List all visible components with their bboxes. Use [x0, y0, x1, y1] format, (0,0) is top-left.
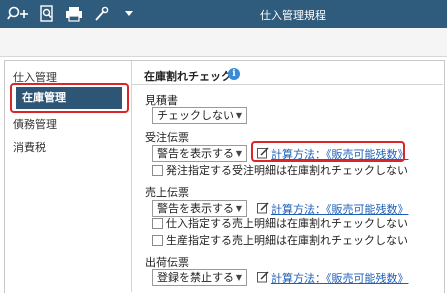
order-slip-checkbox[interactable]	[152, 165, 163, 176]
ribbon-area	[0, 28, 447, 57]
shipping-slip-select[interactable]: 登録を禁止する ▼	[152, 269, 247, 286]
order-slip-checkbox-label: 発注指定する受注明細は在庫割れチェックしない	[166, 164, 408, 177]
info-icon[interactable]: i	[228, 68, 240, 80]
section-title: 在庫割れチェック	[144, 70, 232, 83]
quotation-select[interactable]: チェックしない ▼	[152, 107, 247, 124]
chevron-down-icon: ▼	[235, 149, 242, 158]
search-add-icon[interactable]	[6, 5, 32, 23]
title-bar: 仕入管理規程	[0, 0, 447, 28]
settings-icon[interactable]	[92, 5, 110, 23]
chevron-down-icon: ▼	[235, 273, 242, 282]
sales-slip-production-checkbox[interactable]	[152, 235, 163, 246]
order-slip-select-value: 警告を表示する	[157, 147, 234, 160]
sales-slip-production-checkbox-label: 生産指定する売上明細は在庫割れチェックしない	[166, 234, 408, 247]
shipping-slip-label: 出荷伝票	[145, 256, 189, 269]
sales-slip-label: 売上伝票	[145, 186, 189, 199]
print-icon[interactable]	[64, 5, 84, 23]
search-document-icon[interactable]	[38, 5, 56, 23]
chevron-down-icon: ▼	[235, 204, 242, 213]
sales-slip-purchase-checkbox-label: 仕入指定する売上明細は在庫割れチェックしない	[166, 217, 408, 230]
chevron-down-icon: ▼	[235, 111, 242, 120]
section-header: 在庫割れチェック i	[132, 66, 443, 85]
edit-icon	[257, 202, 269, 214]
sidebar-highlight	[10, 83, 129, 113]
order-slip-select[interactable]: 警告を表示する ▼	[152, 145, 247, 162]
sidebar-item-payables[interactable]: 債務管理	[13, 116, 57, 132]
quotation-label: 見積書	[145, 94, 178, 107]
sales-slip-select-value: 警告を表示する	[157, 202, 234, 215]
edit-icon	[257, 271, 269, 283]
calc-link-highlight	[251, 141, 405, 162]
sales-slip-purchase-checkbox[interactable]	[152, 218, 163, 229]
quotation-select-value: チェックしない	[157, 109, 234, 122]
shipping-slip-select-value: 登録を禁止する	[157, 271, 234, 284]
chevron-down-icon[interactable]	[122, 5, 136, 23]
window-title: 仕入管理規程	[260, 9, 326, 22]
sidebar-divider	[131, 61, 132, 292]
sidebar-item-tax[interactable]: 消費税	[13, 139, 46, 155]
order-slip-label: 受注伝票	[145, 131, 189, 144]
shipping-slip-calc-link[interactable]: 計算方法：《販売可能残数》	[271, 270, 409, 286]
